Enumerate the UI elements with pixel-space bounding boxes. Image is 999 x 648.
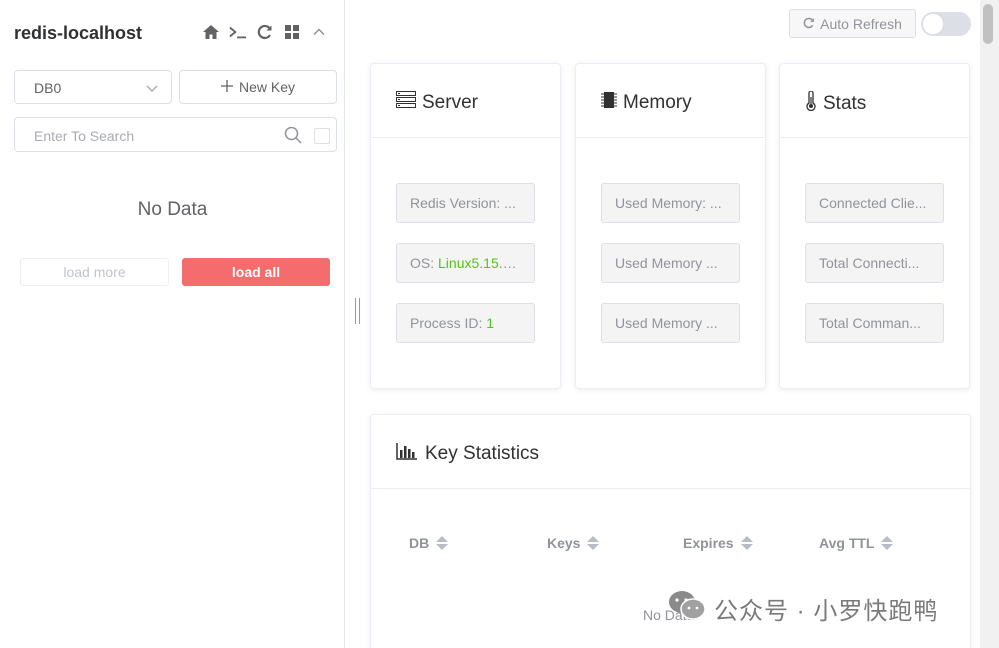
sort-icon[interactable] <box>881 536 894 550</box>
key-list-empty: No Data <box>137 199 208 220</box>
new-key-label: New Key <box>238 79 296 95</box>
refresh-icon[interactable] <box>256 23 274 41</box>
toggle-knob <box>923 14 943 34</box>
memory-title: Memory <box>623 92 692 113</box>
bar-chart-icon <box>396 442 418 466</box>
wechat-watermark: 公众号 · 小罗快跑鸭 <box>668 590 938 627</box>
column-label: Expires <box>683 535 734 551</box>
stats-card-title: Stats <box>805 90 867 117</box>
server-icon <box>396 91 416 114</box>
tag-label: Total Comman... <box>819 315 921 331</box>
server-card: Server Redis Version: ... OS: Linux5.15.… <box>370 63 561 389</box>
search-placeholder: Enter To Search <box>34 128 135 144</box>
column-header-db[interactable]: DB <box>409 535 449 551</box>
terminal-icon[interactable] <box>229 23 247 41</box>
key-statistics-header: Key Statistics <box>371 415 970 489</box>
home-icon[interactable] <box>202 23 220 41</box>
load-all-button[interactable]: load all <box>182 258 330 286</box>
tag-label: Used Memory: ... <box>615 195 722 211</box>
server-card-header: Server <box>371 64 560 138</box>
stats-title: Stats <box>823 93 867 114</box>
column-header-avg-ttl[interactable]: Avg TTL <box>819 535 894 551</box>
new-key-button[interactable]: New Key <box>179 70 337 104</box>
load-more-button[interactable]: load more <box>20 258 169 286</box>
stats-connected-clients-tag: Connected Clie... <box>805 183 944 223</box>
server-redis-version-tag: Redis Version: ... <box>396 183 535 223</box>
db-select-value: DB0 <box>34 80 62 96</box>
search-input[interactable]: Enter To Search <box>14 117 337 152</box>
auto-refresh-button[interactable]: Auto Refresh <box>789 9 916 38</box>
refresh-icon <box>803 16 815 32</box>
stats-card-header: Stats <box>780 64 969 138</box>
memory-used-lua-tag: Used Memory ... <box>601 303 740 343</box>
stats-total-connections-tag: Total Connecti... <box>805 243 944 283</box>
plus-icon <box>220 79 233 95</box>
tag-label: Used Memory ... <box>615 255 718 271</box>
tag-label: Used Memory ... <box>615 315 718 331</box>
column-label: DB <box>409 535 430 551</box>
tag-label: Redis Version: ... <box>410 195 516 211</box>
connection-sidebar: redis-localhost DB0 New Key Enter To Sea… <box>0 0 345 648</box>
thermometer-icon <box>805 90 817 117</box>
memory-chip-icon <box>601 91 617 115</box>
exact-match-checkbox[interactable] <box>314 128 330 144</box>
auto-refresh-label: Auto Refresh <box>820 15 902 32</box>
column-label: Keys <box>547 535 581 551</box>
collapse-icon[interactable] <box>310 23 328 41</box>
column-label: Avg TTL <box>819 535 875 551</box>
memory-used-peak-tag: Used Memory ... <box>601 243 740 283</box>
server-os-tag: OS: Linux5.15.1... <box>396 243 535 283</box>
column-header-expires[interactable]: Expires <box>683 535 753 551</box>
tag-label: Total Connecti... <box>819 255 920 271</box>
key-statistics-title: Key Statistics <box>396 442 539 466</box>
search-icon <box>284 126 302 149</box>
vertical-scrollbar[interactable] <box>980 0 999 648</box>
watermark-text: 公众号 · 小罗快跑鸭 <box>714 598 939 625</box>
stats-card: Stats Connected Clie... Total Connecti..… <box>779 63 970 389</box>
memory-card-header: Memory <box>576 64 765 138</box>
grid-icon[interactable] <box>283 23 301 41</box>
tag-value: 1 <box>486 315 495 331</box>
tag-label: Process ID: <box>410 315 487 331</box>
tag-label: OS: <box>410 255 439 271</box>
server-card-title: Server <box>396 91 478 114</box>
server-title: Server <box>422 91 478 113</box>
connection-title: redis-localhost <box>14 23 143 43</box>
key-statistics-label: Key Statistics <box>425 443 540 464</box>
scrollbar-thumb[interactable] <box>983 4 993 44</box>
tag-value: Linux5.15.1... <box>438 255 523 271</box>
server-process-id-tag: Process ID: 1 <box>396 303 535 343</box>
chevron-down-icon <box>145 81 159 100</box>
pane-resize-handle[interactable] <box>355 298 360 324</box>
connection-header: redis-localhost <box>14 20 334 48</box>
sort-icon[interactable] <box>436 536 449 550</box>
stats-total-commands-tag: Total Comman... <box>805 303 944 343</box>
memory-card-title: Memory <box>601 91 692 115</box>
memory-used-tag: Used Memory: ... <box>601 183 740 223</box>
redis-client-window: redis-localhost DB0 New Key Enter To Sea… <box>0 0 999 648</box>
sort-icon[interactable] <box>740 536 753 550</box>
tag-label: Connected Clie... <box>819 195 927 211</box>
connection-actions <box>202 23 328 41</box>
sort-icon[interactable] <box>587 536 600 550</box>
memory-card: Memory Used Memory: ... Used Memory ... … <box>575 63 766 389</box>
wechat-icon <box>668 590 706 627</box>
db-select[interactable]: DB0 <box>14 70 172 104</box>
auto-refresh-toggle[interactable] <box>921 12 971 36</box>
column-header-keys[interactable]: Keys <box>547 535 600 551</box>
